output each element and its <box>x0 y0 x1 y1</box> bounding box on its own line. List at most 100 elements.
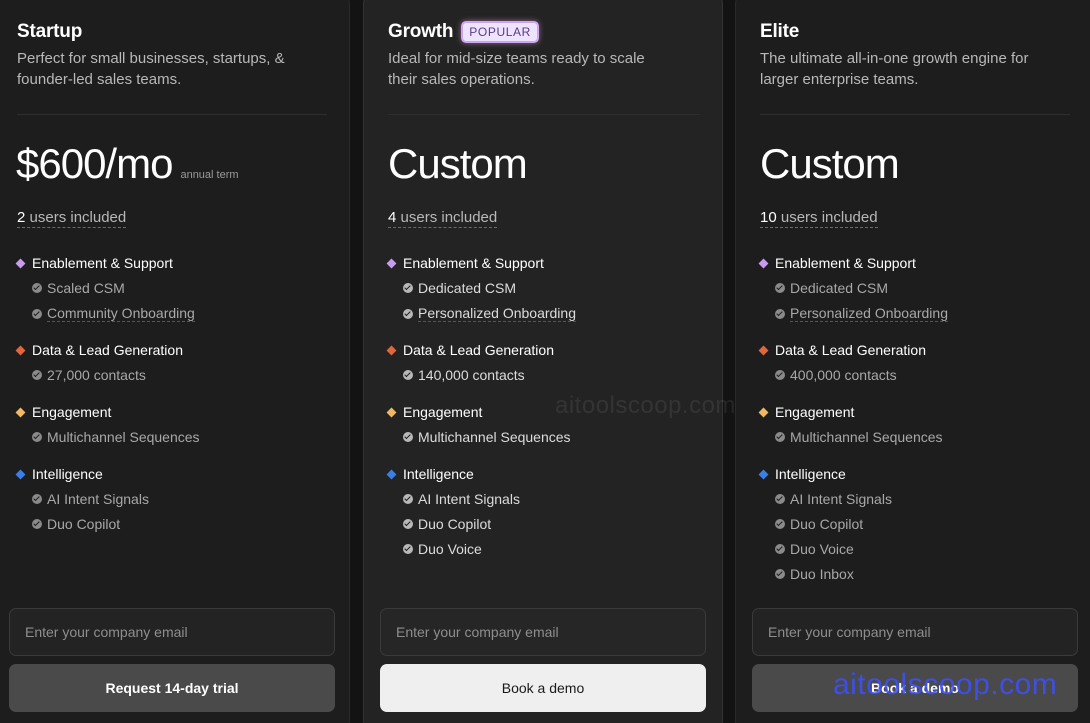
group-title: Engagement <box>775 404 855 420</box>
feature-label: 27,000 contacts <box>47 367 146 383</box>
check-circle-icon <box>32 494 42 504</box>
check-circle-icon <box>775 494 785 504</box>
users-included: 10 users included <box>760 209 878 228</box>
group-title: Data & Lead Generation <box>32 342 183 358</box>
book-demo-button[interactable]: Book a demo <box>380 664 706 712</box>
price-value: Custom <box>760 140 900 187</box>
diamond-icon <box>386 407 397 417</box>
feature-label: Duo Inbox <box>790 566 854 582</box>
plan-card-elite: Elite The ultimate all-in-one growth eng… <box>735 0 1090 723</box>
feature-item: Multichannel Sequences <box>403 429 571 445</box>
plan-title: Startup <box>17 21 83 42</box>
feature-item: Duo Voice <box>775 541 854 557</box>
feature-item: Scaled CSM <box>32 280 125 296</box>
feature-item: Dedicated CSM <box>403 280 516 296</box>
group-title: Engagement <box>32 404 112 420</box>
price-value: $600/mo <box>16 140 173 187</box>
feature-item: 27,000 contacts <box>32 367 146 383</box>
diamond-icon <box>15 258 26 268</box>
feature-label: Duo Copilot <box>47 516 121 532</box>
check-circle-icon <box>32 519 42 529</box>
price-value: Custom <box>388 140 528 187</box>
plan-name: Growth POPULAR <box>388 21 539 43</box>
diamond-icon <box>15 345 26 355</box>
company-email-input[interactable] <box>380 608 706 656</box>
check-circle-icon <box>32 308 42 319</box>
feature-item: Duo Inbox <box>775 566 854 582</box>
plan-description: The ultimate all-in-one growth engine fo… <box>760 50 1029 88</box>
check-circle-icon <box>775 544 785 554</box>
feature-label: Duo Copilot <box>418 516 492 532</box>
check-circle-icon <box>403 519 413 529</box>
group-title: Intelligence <box>775 466 846 482</box>
feature-group-engagement: Engagement <box>15 404 112 420</box>
users-label: users included <box>780 209 878 226</box>
feature-group-enablement: Enablement & Support <box>15 255 173 271</box>
feature-group-data: Data & Lead Generation <box>758 342 926 358</box>
plan-card-growth: Growth POPULAR Ideal for mid-size teams … <box>363 0 723 723</box>
divider <box>388 114 700 115</box>
company-email-input[interactable] <box>752 608 1078 656</box>
check-circle-icon <box>403 370 413 380</box>
company-email-input[interactable] <box>9 608 335 656</box>
feature-group-intelligence: Intelligence <box>758 466 846 482</box>
users-count: 4 <box>388 209 397 226</box>
check-circle-icon <box>775 569 785 579</box>
feature-label: Personalized Onboarding <box>418 305 576 322</box>
feature-label: Duo Voice <box>790 541 854 557</box>
feature-item: Multichannel Sequences <box>32 429 200 445</box>
feature-item: 140,000 contacts <box>403 367 525 383</box>
feature-label: Dedicated CSM <box>418 280 517 296</box>
popular-badge: POPULAR <box>461 21 539 43</box>
check-circle-icon <box>32 432 42 442</box>
feature-label: Duo Copilot <box>790 516 864 532</box>
diamond-icon <box>758 469 769 479</box>
feature-label: Scaled CSM <box>47 280 125 296</box>
check-circle-icon <box>775 283 785 293</box>
feature-label: Multichannel Sequences <box>418 429 571 445</box>
feature-item: AI Intent Signals <box>403 491 520 507</box>
check-circle-icon <box>775 370 785 380</box>
diamond-icon <box>758 258 769 268</box>
group-title: Enablement & Support <box>775 255 916 271</box>
feature-label: 400,000 contacts <box>790 367 897 383</box>
feature-group-engagement: Engagement <box>758 404 855 420</box>
group-title: Data & Lead Generation <box>403 342 554 358</box>
feature-item: AI Intent Signals <box>32 491 149 507</box>
diamond-icon <box>15 407 26 417</box>
request-trial-button[interactable]: Request 14-day trial <box>9 664 335 712</box>
feature-group-intelligence: Intelligence <box>15 466 103 482</box>
plan-title: Elite <box>760 21 800 42</box>
feature-group-engagement: Engagement <box>386 404 482 420</box>
feature-label: Multichannel Sequences <box>790 429 943 445</box>
plan-name: Elite <box>760 21 799 43</box>
feature-group-data: Data & Lead Generation <box>386 342 554 358</box>
users-count: 10 <box>760 209 777 226</box>
check-circle-icon <box>775 519 785 529</box>
feature-group-enablement: Enablement & Support <box>758 255 916 271</box>
feature-item: Duo Copilot <box>775 516 863 532</box>
check-circle-icon <box>403 283 413 293</box>
plan-description: Ideal for mid-size teams ready to scale … <box>388 50 645 88</box>
diamond-icon <box>386 258 397 268</box>
group-title: Data & Lead Generation <box>775 342 926 358</box>
users-included: 4 users included <box>388 209 498 228</box>
feature-label: Multichannel Sequences <box>47 429 200 445</box>
group-title: Intelligence <box>32 466 103 482</box>
plan-description: Perfect for small businesses, startups, … <box>17 50 285 88</box>
group-title: Enablement & Support <box>403 255 544 271</box>
check-circle-icon <box>403 308 413 319</box>
feature-item: Community Onboarding <box>32 305 195 322</box>
divider <box>760 114 1070 115</box>
feature-item: Multichannel Sequences <box>775 429 943 445</box>
plan-price: Custom <box>388 139 528 189</box>
diamond-icon <box>758 407 769 417</box>
divider <box>17 114 327 115</box>
diamond-icon <box>386 469 397 479</box>
book-demo-button[interactable]: Book a demo <box>752 664 1078 712</box>
users-count: 2 <box>17 209 26 226</box>
check-circle-icon <box>32 283 42 293</box>
feature-label: 140,000 contacts <box>418 367 525 383</box>
diamond-icon <box>15 469 26 479</box>
feature-item: Personalized Onboarding <box>403 305 576 322</box>
